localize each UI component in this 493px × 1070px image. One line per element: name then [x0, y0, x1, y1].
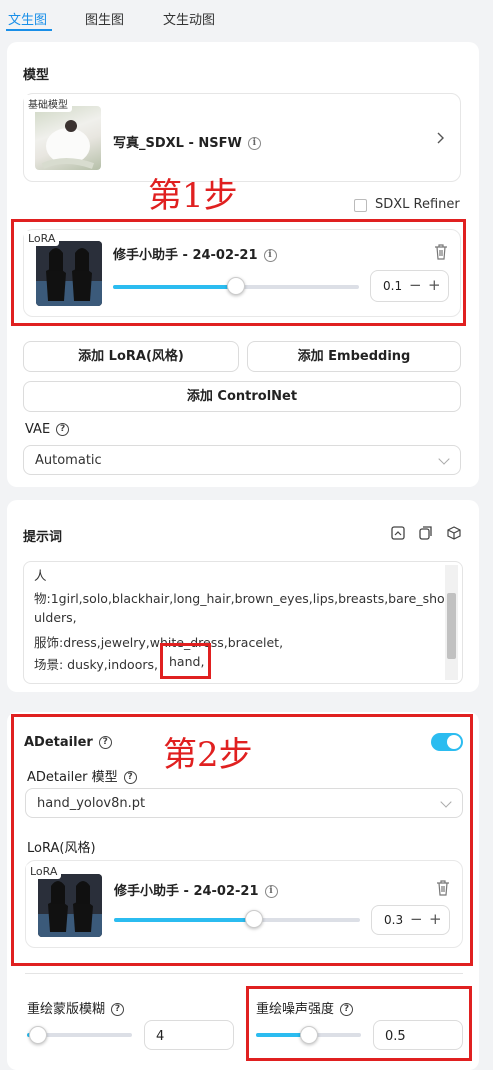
- vae-label: VAE: [25, 422, 51, 437]
- help-icon[interactable]: ?: [56, 423, 70, 436]
- base-model-thumbnail: [35, 106, 101, 170]
- add-controlnet-button[interactable]: 添加 ControlNet: [23, 381, 461, 412]
- vae-label-row: VAE?: [25, 422, 70, 437]
- base-model-name-row: 写真_SDXL - NSFW i: [113, 132, 261, 151]
- model-preview-image: [41, 120, 95, 169]
- chevron-right-icon: [437, 132, 444, 144]
- mask-blur-input[interactable]: 4: [144, 1020, 234, 1050]
- prompt-section-title: 提示词: [23, 530, 63, 545]
- prompt-line: 场景: dusky,indoors,: [34, 657, 158, 672]
- model-section-title: 模型: [23, 68, 50, 83]
- scrollbar[interactable]: [445, 565, 458, 680]
- copy-prompt-icon[interactable]: [419, 526, 433, 540]
- help-icon[interactable]: ?: [111, 1003, 125, 1016]
- mask-blur-label-row: 重绘蒙版模糊?: [27, 998, 125, 1017]
- image-prompt-icon[interactable]: [391, 526, 405, 540]
- add-lora-button[interactable]: 添加 LoRA(风格): [23, 341, 239, 372]
- active-tab-indicator: [6, 29, 52, 31]
- add-embedding-button[interactable]: 添加 Embedding: [247, 341, 461, 372]
- chevron-down-icon: [438, 453, 450, 465]
- mask-blur-label: 重绘蒙版模糊: [27, 1002, 106, 1017]
- tab-text-to-gif[interactable]: 文生动图: [163, 9, 215, 28]
- sdxl-refiner-label: SDXL Refiner: [375, 197, 460, 212]
- vae-select[interactable]: Automatic: [23, 445, 461, 475]
- base-model-selector[interactable]: 基础模型 写真_SDXL - NSFW i: [23, 93, 461, 182]
- slider-knob[interactable]: [28, 1026, 47, 1044]
- base-model-name: 写真_SDXL - NSFW: [113, 136, 242, 151]
- step1-highlight-box: [11, 219, 466, 326]
- scrollbar-thumb[interactable]: [447, 593, 456, 659]
- step2-label: 第2步: [163, 735, 253, 775]
- tab-image-to-image[interactable]: 图生图: [85, 9, 124, 28]
- tab-text-to-image[interactable]: 文生图: [8, 9, 47, 28]
- base-model-tag: 基础模型: [24, 95, 72, 112]
- info-icon[interactable]: i: [247, 137, 261, 150]
- prompt-line: 物:1girl,solo,blackhair,long_hair,brown_e…: [34, 591, 445, 606]
- vae-value: Automatic: [35, 453, 102, 468]
- hand-keyword-highlight-box: [160, 643, 211, 679]
- denoise-highlight-box: [246, 986, 472, 1061]
- mask-blur-value: 4: [156, 1029, 165, 1044]
- cube-icon[interactable]: [447, 526, 461, 540]
- prompt-line: 人: [34, 568, 47, 583]
- step1-label: 第1步: [148, 176, 238, 216]
- prompt-line: ulders,: [34, 610, 77, 625]
- prompt-line: 服饰:dress,jewelry,white_dress,bracelet,: [34, 635, 284, 650]
- tab-bar: 文生图 图生图 文生动图: [0, 0, 493, 34]
- sdxl-refiner-checkbox[interactable]: [354, 199, 367, 212]
